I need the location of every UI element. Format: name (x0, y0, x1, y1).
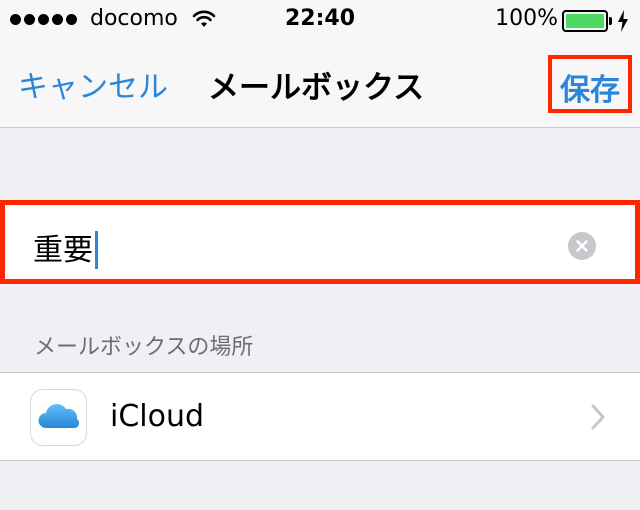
save-button-highlight: 保存 (548, 55, 632, 113)
cancel-button[interactable]: キャンセル (18, 62, 168, 106)
battery-icon (562, 10, 608, 32)
battery-fill (566, 14, 604, 28)
clear-text-button[interactable] (568, 232, 596, 260)
clear-icon (576, 240, 588, 252)
icloud-icon (30, 389, 87, 446)
section-header-mailbox-location: メールボックスの場所 (34, 335, 254, 360)
top-bar: docomo 22:40 100% キャンセル メールボックス 保存 (0, 0, 640, 128)
mailbox-name-field[interactable]: 重要 (0, 200, 640, 284)
icloud-label: iCloud (110, 399, 205, 434)
mailbox-location-row[interactable]: iCloud (0, 372, 640, 461)
page-title: メールボックス (208, 70, 425, 106)
mailbox-name-input[interactable]: 重要 (33, 225, 98, 271)
battery-tip (609, 17, 612, 25)
text-cursor (95, 230, 98, 269)
chevron-right-icon (591, 404, 605, 430)
charging-bolt-icon (618, 10, 628, 32)
mailbox-name-value: 重要 (33, 233, 93, 268)
battery-percentage: 100% (495, 6, 558, 31)
save-button[interactable]: 保存 (552, 65, 628, 109)
status-bar: docomo 22:40 100% (0, 0, 640, 40)
